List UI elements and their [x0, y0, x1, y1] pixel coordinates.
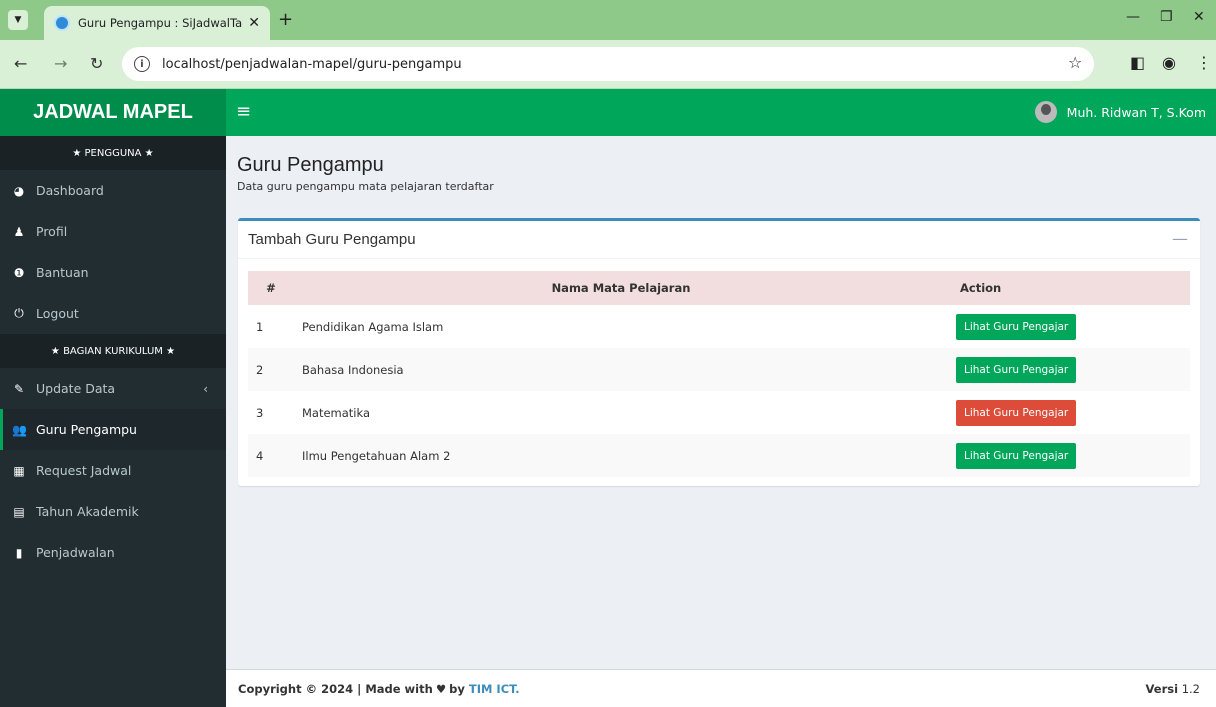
side-panel-icon[interactable]: ◧: [1130, 53, 1145, 72]
tab-close-icon[interactable]: ✕: [248, 15, 260, 31]
footer-link-tim-ict[interactable]: TIM ICT.: [469, 682, 520, 696]
sidebar: ★ PENGGUNA ★ ◕ Dashboard ♟ Profil ❶ Bant…: [0, 136, 226, 707]
footer: Copyright © 2024 | Made with ♥ by TIM IC…: [226, 669, 1216, 707]
sidebar-item-label: Penjadwalan: [36, 545, 115, 560]
avatar: [1034, 101, 1057, 123]
row-mapel-name: Pendidikan Agama Islam: [294, 305, 948, 348]
box-title: Tambah Guru Pengampu: [248, 231, 416, 248]
page-title: Guru Pengampu: [237, 154, 384, 176]
new-tab-icon[interactable]: +: [278, 9, 293, 30]
row-mapel-name: Bahasa Indonesia: [294, 348, 948, 391]
sidebar-item-label: Logout: [36, 306, 79, 321]
row-number: 3: [248, 391, 294, 434]
dashboard-icon: ◕: [13, 183, 25, 198]
row-number: 1: [248, 305, 294, 348]
profile-icon[interactable]: ◉: [1162, 53, 1176, 72]
sidebar-item-label: Request Jadwal: [36, 463, 132, 478]
sidebar-section-kurikulum: ★ BAGIAN KURIKULUM ★: [0, 334, 226, 368]
table-row: 1 Pendidikan Agama Islam Lihat Guru Peng…: [248, 305, 1190, 348]
sidebar-item-dashboard[interactable]: ◕ Dashboard: [0, 170, 226, 211]
heart-icon: ♥: [435, 681, 447, 696]
main-content: Guru Pengampu Data guru pengampu mata pe…: [226, 136, 1216, 669]
tab-title: Guru Pengampu : SiJadwalTa: [78, 16, 243, 30]
minimize-icon[interactable]: —: [1126, 9, 1140, 25]
table-row: 2 Bahasa Indonesia Lihat Guru Pengajar: [248, 348, 1190, 391]
sidebar-item-label: Dashboard: [36, 183, 104, 198]
calendar-icon: ▤: [13, 504, 25, 519]
top-navbar: ≡ Muh. Ridwan T, S.Kom: [226, 89, 1216, 136]
sidebar-item-bantuan[interactable]: ❶ Bantuan: [0, 252, 226, 293]
sidebar-item-tahun-akademik[interactable]: ▤ Tahun Akademik: [0, 491, 226, 532]
table-row: 4 Ilmu Pengetahuan Alam 2 Lihat Guru Pen…: [248, 434, 1190, 477]
content-box: Tambah Guru Pengampu — # Nama Mata Pelaj…: [238, 218, 1200, 486]
collapse-icon[interactable]: —: [1172, 229, 1188, 248]
sidebar-item-update-data[interactable]: ✎ Update Data ‹: [0, 368, 226, 409]
reload-icon[interactable]: ↻: [90, 54, 103, 73]
info-icon: ❶: [13, 265, 25, 280]
users-icon: 👥: [12, 422, 27, 437]
bookmark-star-icon[interactable]: ☆: [1068, 53, 1082, 72]
version-value: 1.2: [1181, 681, 1200, 696]
tab-search-icon[interactable]: ▼: [8, 10, 28, 30]
table-header-row: # Nama Mata Pelajaran Action: [248, 271, 1190, 305]
sidebar-item-profil[interactable]: ♟ Profil: [0, 211, 226, 252]
data-table: # Nama Mata Pelajaran Action 1 Pendidika…: [248, 271, 1190, 477]
user-icon: ♟: [13, 224, 25, 239]
sidebar-item-label: Bantuan: [36, 265, 89, 280]
app-logo[interactable]: JADWAL MAPEL: [0, 89, 226, 136]
page-subtitle: Data guru pengampu mata pelajaran terdaf…: [237, 180, 494, 193]
browser-address-bar: ← → ↻ i localhost/penjadwalan-mapel/guru…: [0, 40, 1216, 89]
browser-tab[interactable]: Guru Pengampu : SiJadwalTa ✕: [44, 6, 270, 40]
favicon-icon: [54, 15, 70, 31]
menu-kebab-icon[interactable]: ⋮: [1196, 53, 1212, 72]
row-mapel-name: Matematika: [294, 391, 948, 434]
restore-icon[interactable]: ❐: [1160, 9, 1173, 25]
lihat-guru-button[interactable]: Lihat Guru Pengajar: [956, 356, 1077, 383]
sidebar-item-label: Profil: [36, 224, 68, 239]
lihat-guru-button[interactable]: Lihat Guru Pengajar: [956, 313, 1077, 340]
sidebar-item-guru-pengampu[interactable]: 👥 Guru Pengampu: [0, 409, 226, 450]
header-action: Action: [948, 271, 1190, 305]
forward-icon[interactable]: →: [54, 54, 67, 73]
hamburger-menu-icon[interactable]: ≡: [236, 101, 251, 122]
back-icon[interactable]: ←: [14, 54, 27, 73]
power-icon: ⏻: [14, 306, 24, 320]
sidebar-item-label: Guru Pengampu: [36, 422, 137, 437]
row-number: 4: [248, 434, 294, 477]
version-label: Versi: [1145, 681, 1179, 696]
user-menu[interactable]: Muh. Ridwan T, S.Kom: [1034, 101, 1206, 123]
sidebar-item-penjadwalan[interactable]: ▮ Penjadwalan: [0, 532, 226, 573]
row-number: 2: [248, 348, 294, 391]
close-window-icon[interactable]: ✕: [1193, 9, 1205, 25]
sidebar-item-logout[interactable]: ⏻ Logout: [0, 293, 226, 334]
table-row: 3 Matematika Lihat Guru Pengajar: [248, 391, 1190, 434]
header-number: #: [248, 271, 294, 305]
url-text: localhost/penjadwalan-mapel/guru-pengamp…: [162, 56, 462, 72]
footer-by: by: [449, 681, 465, 696]
version: Versi 1.2: [1146, 682, 1200, 696]
sidebar-item-label: Update Data: [36, 381, 116, 396]
sidebar-item-request-jadwal[interactable]: ▦ Request Jadwal: [0, 450, 226, 491]
lihat-guru-button[interactable]: Lihat Guru Pengajar: [956, 442, 1077, 469]
browser-tab-bar: ▼ Guru Pengampu : SiJadwalTa ✕ + — ❐ ✕: [0, 0, 1216, 40]
chevron-left-icon: ‹: [203, 381, 208, 396]
site-info-icon[interactable]: i: [134, 56, 150, 72]
table-icon: ▦: [13, 463, 25, 478]
file-icon: ▮: [15, 545, 23, 560]
url-field[interactable]: i localhost/penjadwalan-mapel/guru-penga…: [122, 47, 1094, 81]
box-header: Tambah Guru Pengampu: [238, 221, 1200, 259]
header-nama-mapel: Nama Mata Pelajaran: [294, 271, 948, 305]
copyright-text: Copyright © 2024 | Made with: [238, 681, 433, 696]
edit-icon: ✎: [13, 381, 25, 396]
lihat-guru-button[interactable]: Lihat Guru Pengajar: [956, 399, 1077, 426]
row-mapel-name: Ilmu Pengetahuan Alam 2: [294, 434, 948, 477]
sidebar-item-label: Tahun Akademik: [36, 504, 139, 519]
sidebar-section-pengguna: ★ PENGGUNA ★: [0, 136, 226, 170]
user-name: Muh. Ridwan T, S.Kom: [1066, 104, 1206, 120]
